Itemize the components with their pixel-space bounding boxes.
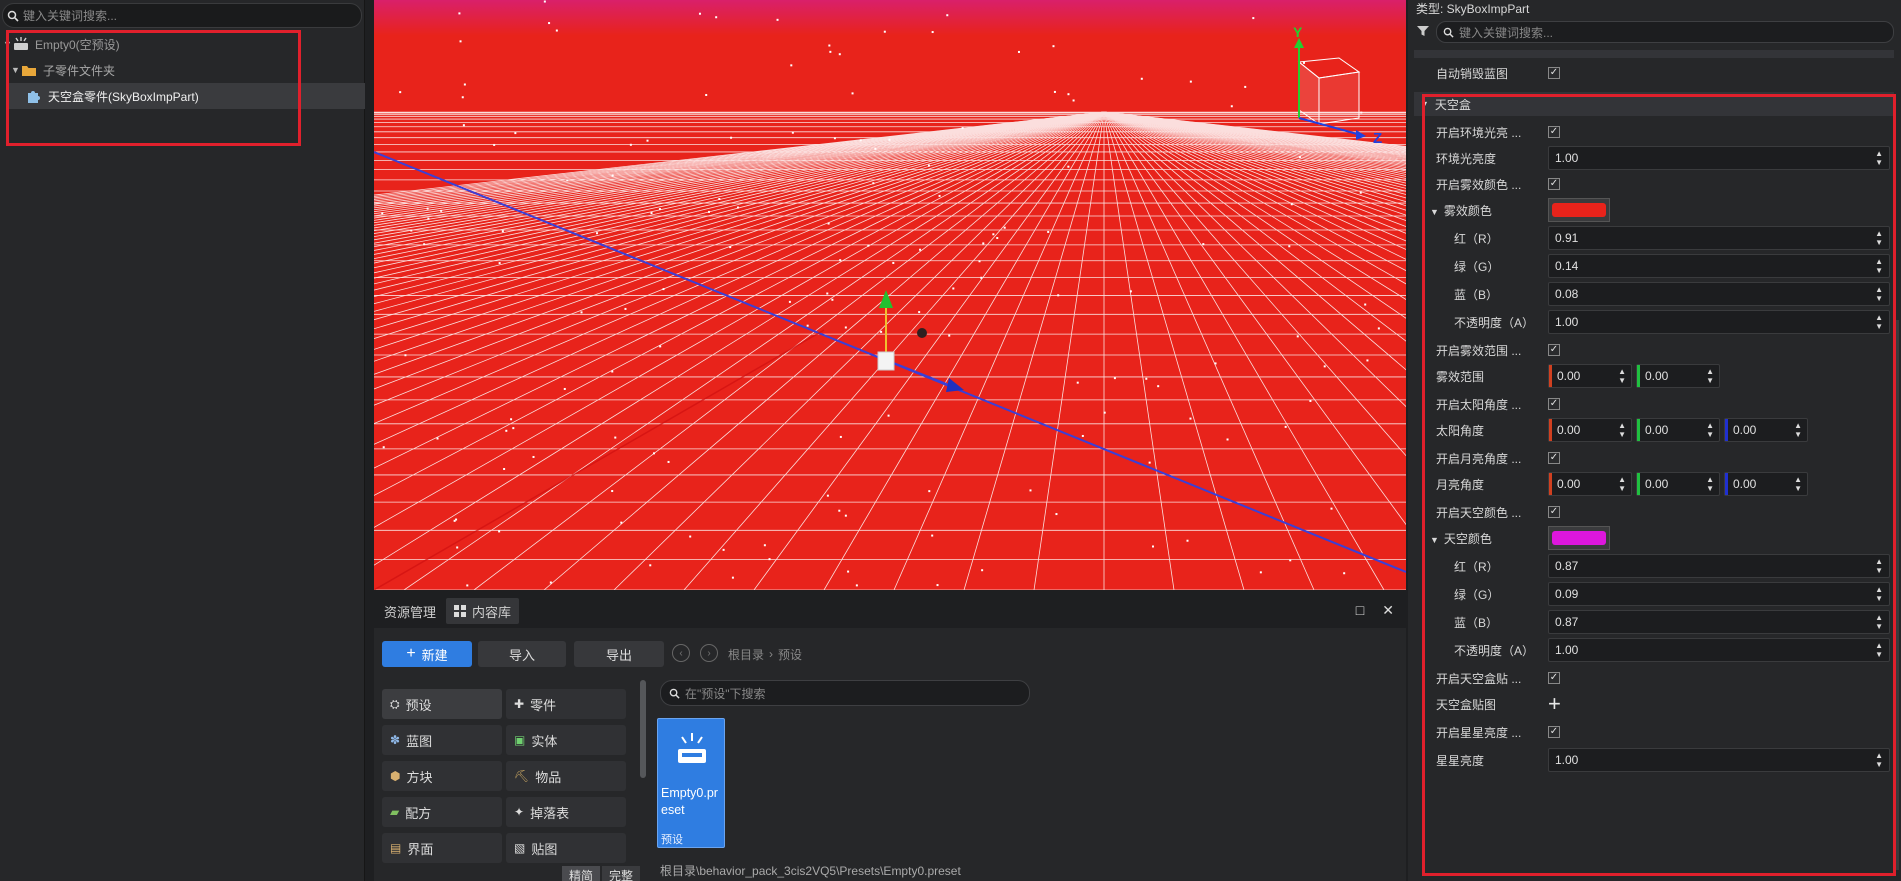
asset-tile[interactable]: Empty0.preset 预设 — [657, 718, 725, 848]
export-button[interactable]: 导出 — [574, 641, 664, 667]
category-texture[interactable]: ▧ 贴图 — [506, 833, 626, 863]
category-label: 蓝图 — [406, 733, 433, 749]
filter-icon[interactable] — [1416, 24, 1430, 38]
category-label: 配方 — [405, 805, 432, 821]
auto-destroy-checkbox[interactable]: ✓ — [1548, 67, 1560, 79]
breadcrumb-root[interactable]: 根目录 — [728, 646, 764, 663]
category-label: 方块 — [406, 769, 433, 785]
category-part[interactable]: ✚ 零件 — [506, 689, 626, 719]
breadcrumb-current[interactable]: 预设 — [778, 646, 802, 663]
editor-window: 键入关键词搜索... ▼ Empty0(空预设) ▼ 子零件文件夹 天空盒零件(… — [0, 0, 1901, 881]
category-item[interactable]: ⛏ 物品 — [506, 761, 626, 791]
loot-icon: ✦ — [514, 805, 525, 819]
import-label: 导入 — [508, 647, 535, 663]
chevron-right-icon: › — [769, 647, 774, 661]
content-library-panel: 资源管理 内容库 □ ✕ + 新建 导入 导出 ‹ › 根目录 › 预设 ⛭ 预设 … — [374, 594, 1406, 881]
category-blueprint[interactable]: ✽ 蓝图 — [382, 725, 502, 755]
ui-icon: ▤ — [390, 841, 402, 855]
tab-content-library[interactable]: 内容库 — [446, 598, 520, 624]
item-icon: ⛏ — [514, 769, 530, 783]
texture-icon: ▧ — [514, 841, 526, 855]
search-icon — [1443, 27, 1454, 38]
view-tab-simple[interactable]: 精简 — [562, 866, 601, 881]
tab-label: 内容库 — [472, 604, 512, 620]
status-path: 根目录\behavior_pack_3cis2VQ5\Presets\Empty… — [660, 864, 961, 878]
preset-icon: ⛭ — [390, 696, 400, 711]
hierarchy-panel: 键入关键词搜索... ▼ Empty0(空预设) ▼ 子零件文件夹 天空盒零件(… — [0, 0, 365, 881]
new-label: 新建 — [421, 647, 448, 663]
highlight-box — [6, 30, 301, 146]
maximize-icon[interactable]: □ — [1356, 602, 1364, 619]
category-label: 实体 — [531, 733, 558, 749]
category-loot[interactable]: ✦ 掉落表 — [506, 797, 626, 827]
scene-viewport[interactable]: Y Z — [374, 0, 1406, 590]
component-type-label: 类型: SkyBoxImpPart — [1416, 2, 1530, 16]
import-button[interactable]: 导入 — [478, 641, 566, 667]
view-mode-tabs: 精简 完整 — [562, 866, 641, 881]
plus-icon: + — [406, 645, 416, 662]
asset-name: Empty0.preset — [661, 786, 718, 817]
bottom-tab-bar: 资源管理 内容库 □ ✕ — [374, 594, 1406, 628]
new-button[interactable]: + 新建 — [382, 641, 472, 667]
category-label: 预设 — [405, 697, 432, 713]
entity-icon: ▣ — [514, 733, 526, 747]
properties-search-placeholder: 键入关键词搜索... — [1459, 25, 1554, 40]
breadcrumb: 根目录 › 预设 — [728, 641, 802, 667]
prop-row-auto-destroy: 自动销毁蓝图 ✓ — [1408, 59, 1901, 87]
search-icon — [7, 10, 19, 22]
search-icon — [669, 688, 680, 699]
highlight-box — [1422, 94, 1896, 876]
grid-icon — [454, 605, 467, 617]
scene-canvas — [374, 0, 1406, 590]
preset-icon — [678, 733, 706, 763]
category-label: 掉落表 — [530, 805, 570, 821]
category-entity[interactable]: ▣ 实体 — [506, 725, 626, 755]
category-preset[interactable]: ⛭ 预设 — [382, 689, 502, 719]
category-label: 界面 — [407, 841, 434, 857]
gizmo-z-label: Z — [1373, 130, 1383, 147]
close-icon[interactable]: ✕ — [1382, 602, 1394, 619]
hierarchy-search-placeholder: 键入关键词搜索... — [23, 9, 118, 23]
export-label: 导出 — [605, 647, 632, 663]
divider — [1414, 50, 1894, 58]
category-recipe[interactable]: ▰ 配方 — [382, 797, 502, 827]
tab-resource-manager[interactable]: 资源管理 — [376, 598, 444, 624]
category-block[interactable]: ⬢ 方块 — [382, 761, 502, 791]
properties-search-input[interactable]: 键入关键词搜索... — [1436, 21, 1894, 43]
category-label: 物品 — [535, 769, 562, 785]
properties-panel: 类型: SkyBoxImpPart 键入关键词搜索... 自动销毁蓝图 ✓ ▼ … — [1408, 0, 1901, 881]
category-label: 贴图 — [531, 841, 558, 857]
view-tab-full[interactable]: 完整 — [602, 866, 641, 881]
forward-icon[interactable]: › — [700, 644, 718, 662]
blueprint-icon: ✽ — [390, 733, 401, 747]
content-search-placeholder: 在"预设"下搜索 — [685, 686, 766, 701]
category-ui[interactable]: ▤ 界面 — [382, 833, 502, 863]
category-label: 零件 — [530, 697, 557, 713]
category-scrollbar[interactable] — [640, 680, 646, 778]
block-icon: ⬢ — [390, 769, 401, 783]
hierarchy-search[interactable]: 键入关键词搜索... — [2, 3, 362, 28]
content-search-input[interactable]: 在"预设"下搜索 — [660, 680, 1030, 706]
gizmo-y-label: Y — [1293, 24, 1303, 40]
prop-label: 自动销毁蓝图 — [1436, 66, 1509, 81]
back-icon[interactable]: ‹ — [672, 644, 690, 662]
tab-label: 资源管理 — [384, 604, 437, 620]
asset-type: 预设 — [661, 834, 683, 846]
part-icon: ✚ — [514, 697, 525, 711]
recipe-icon: ▰ — [390, 805, 400, 819]
